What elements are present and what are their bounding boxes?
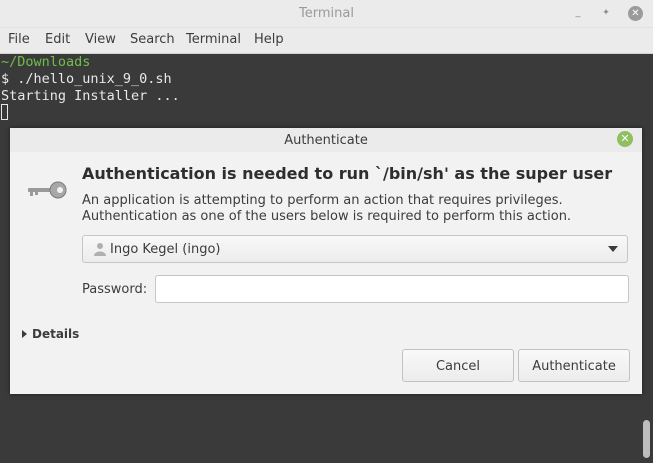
details-expander[interactable]: Details <box>22 327 79 341</box>
terminal-titlebar[interactable]: Terminal _ ✦ ✕ <box>0 0 653 28</box>
user-icon <box>94 243 106 256</box>
terminal-scrollbar[interactable] <box>643 420 650 458</box>
terminal-path-line: ~/Downloads <box>1 54 91 70</box>
menu-view[interactable]: View <box>85 32 116 47</box>
menu-terminal[interactable]: Terminal <box>186 32 241 47</box>
menu-search[interactable]: Search <box>130 32 175 47</box>
dialog-heading: Authentication is needed to run `/bin/sh… <box>82 164 613 183</box>
chevron-down-icon[interactable] <box>608 246 618 252</box>
minimize-icon[interactable]: _ <box>570 5 586 21</box>
terminal-command-line: $ ./hello_unix_9_0.sh <box>1 71 172 87</box>
window-title: Terminal <box>299 6 354 21</box>
password-label: Password: <box>82 282 148 297</box>
key-icon <box>28 181 67 199</box>
dialog-title: Authenticate <box>284 133 368 148</box>
dialog-description: An application is attempting to perform … <box>82 193 572 224</box>
close-icon[interactable]: ✕ <box>628 6 643 21</box>
maximize-icon[interactable]: ✦ <box>598 5 614 21</box>
menu-edit[interactable]: Edit <box>45 32 70 47</box>
menu-file[interactable]: File <box>8 32 30 47</box>
password-field[interactable] <box>155 275 629 303</box>
dialog-titlebar[interactable]: Authenticate ✕ <box>10 128 642 152</box>
menubar: File Edit View Search Terminal Help <box>0 28 653 54</box>
authenticate-button[interactable]: Authenticate <box>518 349 630 382</box>
cancel-button[interactable]: Cancel <box>402 349 514 382</box>
user-select-dropdown[interactable]: Ingo Kegel (ingo) <box>82 235 628 263</box>
details-label: Details <box>32 327 80 341</box>
terminal-output-line: Starting Installer ... <box>1 88 180 104</box>
expand-arrow-icon <box>22 330 27 338</box>
terminal-cursor <box>1 104 8 120</box>
selected-user: Ingo Kegel (ingo) <box>110 242 221 257</box>
auth-dialog: Authenticate ✕ Authentication is needed … <box>10 128 642 394</box>
menu-help[interactable]: Help <box>254 32 284 47</box>
dialog-close-icon[interactable]: ✕ <box>617 131 633 147</box>
